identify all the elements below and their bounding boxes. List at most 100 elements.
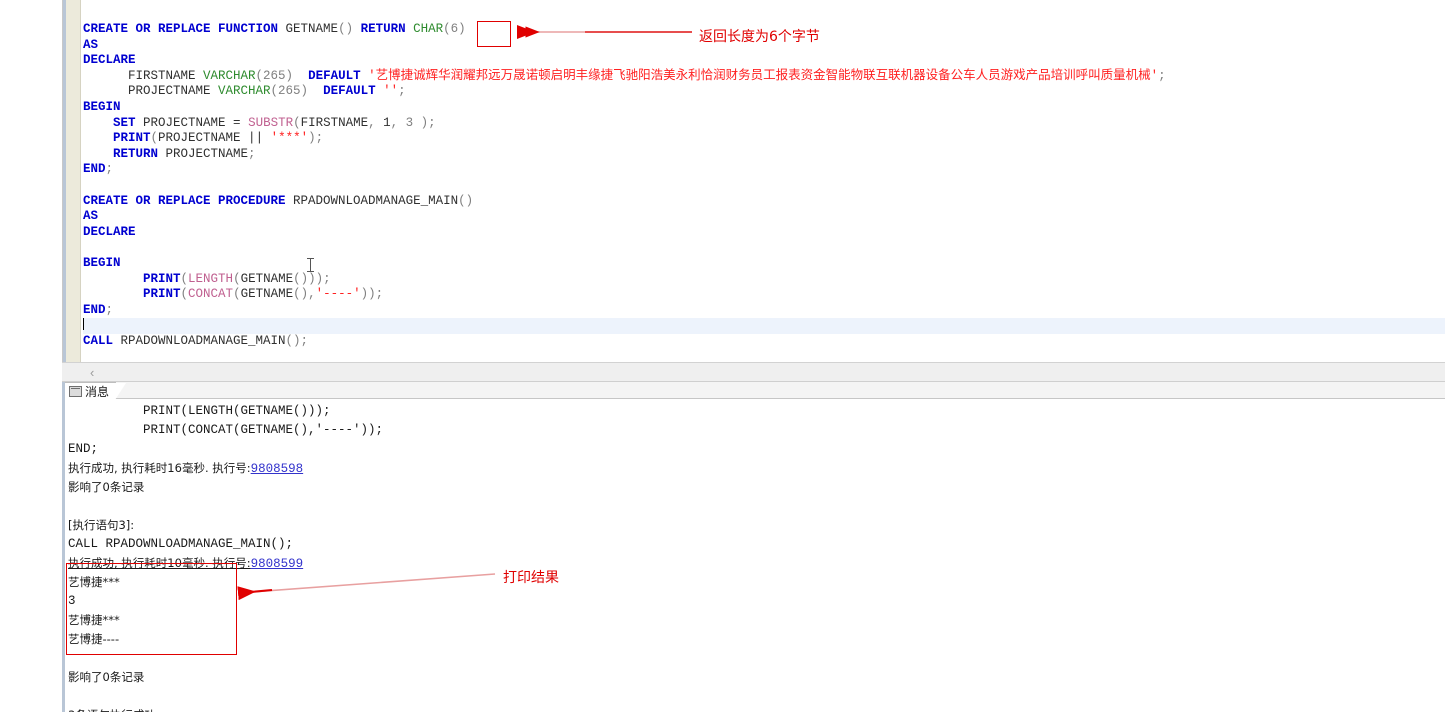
message-output-area[interactable]: PRINT(LENGTH(GETNAME())); PRINT(CONCAT(G…: [65, 399, 1445, 712]
code-token: 1: [383, 115, 391, 130]
sql-editor-pane[interactable]: CREATE OR REPLACE FUNCTION GETNAME() RET…: [62, 0, 1445, 362]
message-icon: [69, 385, 82, 397]
code-token: PROJECTNAME ||: [158, 131, 271, 146]
code-token: SUBSTR: [248, 115, 294, 130]
code-token: ;: [1158, 68, 1166, 83]
scroll-left-chevron-icon[interactable]: ‹: [90, 365, 94, 380]
code-token: (: [180, 271, 189, 286]
code-token: RPADOWNLOADMANAGE_MAIN: [293, 193, 459, 208]
message-line: END;: [65, 440, 1445, 459]
code-line[interactable]: END;: [83, 162, 1445, 178]
code-line[interactable]: [83, 240, 1445, 256]
code-token: (265): [270, 84, 309, 99]
code-token: '----': [315, 287, 361, 302]
code-token: DECLARE: [83, 53, 136, 68]
code-token: ,: [390, 115, 406, 130]
tab-messages[interactable]: 消息: [65, 382, 127, 400]
code-line[interactable]: BEGIN: [83, 256, 1445, 272]
code-token: VARCHAR: [218, 84, 271, 99]
code-line[interactable]: END;: [83, 303, 1445, 319]
code-token: ;: [398, 84, 406, 99]
message-text: END;: [68, 442, 99, 456]
annotation-print-result: 打印结果: [503, 570, 559, 586]
text-caret: [83, 318, 84, 331]
code-line[interactable]: CALL RPADOWNLOADMANAGE_MAIN();: [83, 334, 1445, 350]
message-text: 影响了0条记录: [68, 480, 145, 494]
message-line: [65, 649, 1445, 668]
code-token: DEFAULT: [308, 84, 384, 99]
code-token: PRINT: [113, 131, 151, 146]
code-line[interactable]: AS: [83, 209, 1445, 225]
code-token: PROJECTNAME =: [143, 115, 249, 130]
message-line: 执行成功, 执行耗时10毫秒. 执行号:9808599: [65, 554, 1445, 573]
execution-id-link[interactable]: 9808599: [251, 557, 304, 571]
code-token: ;: [105, 302, 114, 317]
code-token: ();: [285, 333, 309, 348]
message-text: PRINT(LENGTH(GETNAME()));: [68, 404, 331, 418]
code-token: CREATE OR REPLACE PROCEDURE: [83, 193, 294, 208]
code-token: ;: [428, 115, 436, 130]
code-token: (: [293, 115, 301, 130]
code-token: RPADOWNLOADMANAGE_MAIN: [120, 333, 286, 348]
code-line[interactable]: RETURN PROJECTNAME;: [83, 147, 1445, 163]
editor-horizontal-scrollbar[interactable]: ‹: [62, 362, 1445, 382]
message-line: 艺博捷***: [65, 573, 1445, 592]
code-line[interactable]: PRINT(LENGTH(GETNAME()));: [83, 272, 1445, 288]
tab-messages-label: 消息: [85, 384, 110, 399]
code-token: VARCHAR: [203, 68, 256, 83]
message-line: 3: [65, 592, 1445, 611]
code-line[interactable]: DECLARE: [83, 53, 1445, 69]
sql-code-area[interactable]: CREATE OR REPLACE FUNCTION GETNAME() RET…: [83, 0, 1445, 362]
code-line[interactable]: BEGIN: [83, 100, 1445, 116]
code-token: (: [150, 131, 159, 146]
code-line[interactable]: DECLARE: [83, 225, 1445, 241]
execution-id-link[interactable]: 9808598: [251, 462, 304, 476]
code-token: END: [83, 162, 106, 177]
left-dead-area: [0, 0, 62, 712]
code-line[interactable]: PROJECTNAME VARCHAR(265) DEFAULT '';: [83, 84, 1445, 100]
code-token: (: [233, 287, 241, 302]
message-line: [65, 497, 1445, 516]
code-line[interactable]: PRINT(CONCAT(GETNAME(),'----'));: [83, 287, 1445, 303]
code-token: RETURN: [113, 146, 166, 161]
code-token: 3 ): [405, 115, 429, 130]
code-token: END: [83, 302, 106, 317]
code-token: ,: [368, 115, 384, 130]
code-token: ;: [248, 146, 256, 161]
code-token: DEFAULT: [293, 68, 369, 83]
code-token: (): [458, 193, 474, 208]
code-token: LENGTH: [188, 271, 234, 286]
code-line[interactable]: CREATE OR REPLACE PROCEDURE RPADOWNLOADM…: [83, 194, 1445, 210]
message-text: PRINT(CONCAT(GETNAME(),'----'));: [68, 423, 384, 437]
message-line: [65, 687, 1445, 706]
code-line[interactable]: FIRSTNAME VARCHAR(265) DEFAULT '艺博捷诚辉华润耀…: [83, 69, 1445, 85]
code-token: '***': [270, 131, 309, 146]
code-token: '艺博捷诚辉华润耀邦远万晟诺顿启明丰缘捷飞驰阳浩美永利恰润财务员工报表资金智能物…: [368, 68, 1159, 83]
code-line[interactable]: [83, 178, 1445, 194]
annotation-char-length: 返回长度为6个字节: [699, 29, 820, 45]
code-token: (: [233, 271, 241, 286]
code-token: FIRSTNAME: [300, 115, 369, 130]
code-token: AS: [83, 209, 99, 224]
code-token: );: [308, 131, 324, 146]
code-token: CHAR: [413, 22, 444, 36]
code-line[interactable]: SET PROJECTNAME = SUBSTR(FIRSTNAME, 1, 3…: [83, 116, 1445, 132]
code-token: (): [338, 22, 354, 36]
code-line[interactable]: [83, 318, 1445, 334]
code-line[interactable]: PRINT(PROJECTNAME || '***');: [83, 131, 1445, 147]
code-token: FIRSTNAME: [83, 68, 204, 83]
code-token: ));: [360, 287, 384, 302]
code-token: DECLARE: [83, 224, 136, 239]
code-token: GETNAME: [285, 22, 339, 36]
code-token: (),: [293, 287, 316, 302]
code-token: GETNAME: [240, 271, 294, 286]
results-pane[interactable]: 消息 PRINT(LENGTH(GETNAME())); PRINT(CONCA…: [62, 382, 1445, 712]
message-text: 执行成功, 执行耗时16毫秒. 执行号:: [68, 461, 251, 475]
code-token: PROJECTNAME: [165, 146, 249, 161]
editor-gutter[interactable]: [66, 0, 81, 362]
message-line: 艺博捷***: [65, 611, 1445, 630]
tab-skew-edge: [115, 383, 127, 400]
